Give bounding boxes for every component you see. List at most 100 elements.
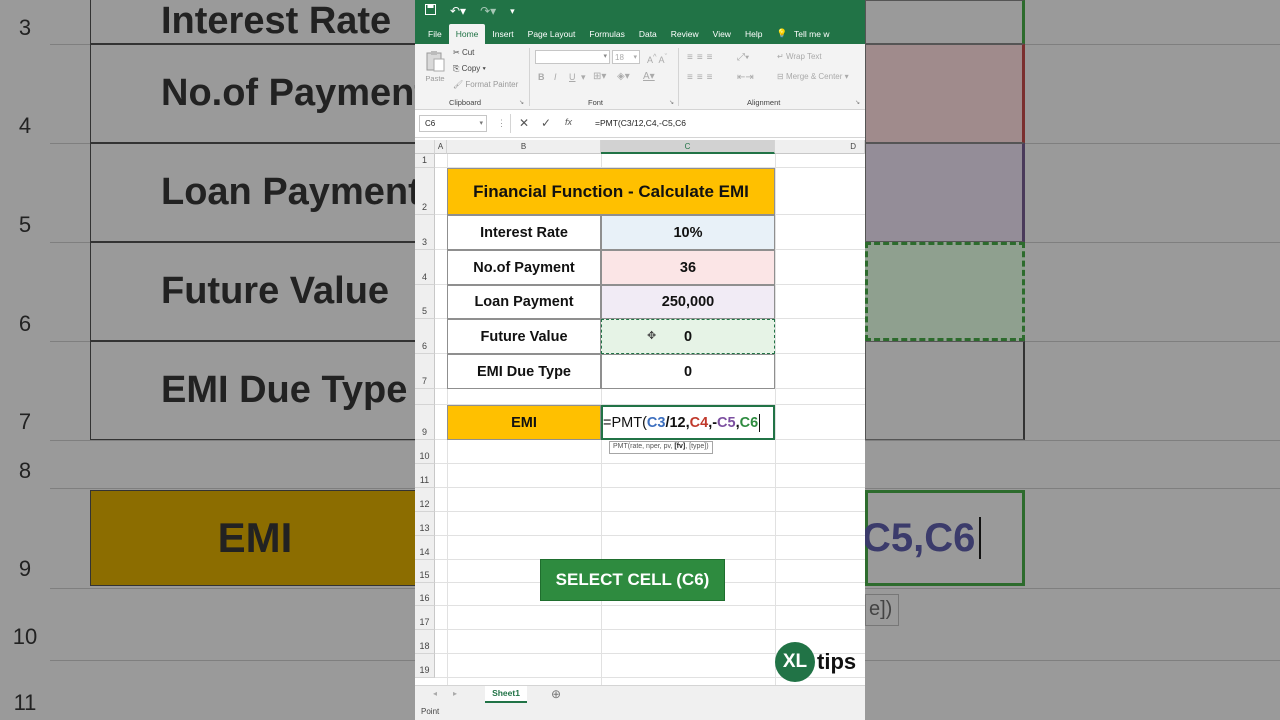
borders-icon[interactable]: ⊞▾ [593,71,606,82]
row-gridline [435,535,865,536]
value-no-of-payment[interactable]: 36 [601,250,775,285]
bg-row-number: 7 [18,409,32,434]
label-loan-payment[interactable]: Loan Payment [447,285,601,319]
worksheet-grid[interactable]: A B C D 1 2 3 4 5 6 7 9 10 11 12 13 14 15 16 17 18 19 Fin… [415,140,865,685]
dialog-launcher-icon[interactable]: ↘ [855,99,860,106]
tab-data[interactable]: Data [632,29,664,44]
formula-token: ,- [708,414,718,431]
row-header[interactable]: 3 [415,215,435,250]
select-all-corner[interactable] [415,140,435,154]
status-bar: Point [415,705,865,720]
lightbulb-icon: 💡 [776,28,788,38]
undo-icon[interactable]: ↶▾ [450,4,466,18]
column-header-a[interactable]: A [435,140,447,154]
bg-label-cell: Future Value [90,242,420,341]
add-sheet-icon[interactable]: ⊕ [551,687,561,701]
emi-label-cell[interactable]: EMI [447,405,601,440]
tab-file[interactable]: File [421,29,449,44]
font-size-select[interactable]: 18 ▾ [612,50,640,64]
row-header[interactable]: 6 [415,319,435,354]
label-no-of-payment[interactable]: No.of Payment [447,250,601,285]
check-icon[interactable]: ✓ [541,116,551,130]
font-color-icon[interactable]: A▾ [643,71,655,82]
row-header[interactable]: 1 [415,154,435,168]
formula-input[interactable]: =PMT(C3/12,C4,-C5,C6 [595,118,686,128]
column-header-b[interactable]: B [447,140,601,154]
customize-qat-icon[interactable]: ▾ [510,6,515,17]
label-interest-rate[interactable]: Interest Rate [447,215,601,250]
tab-home[interactable]: Home [448,24,486,44]
value-future-value[interactable]: 0 [601,319,775,354]
tab-page-layout[interactable]: Page Layout [521,29,583,44]
chevron-right-icon[interactable]: ▸ [453,689,457,698]
orientation-icon[interactable]: ⤢▾ [737,52,749,63]
label-emi-due-type[interactable]: EMI Due Type [447,354,601,389]
tooltip-token[interactable]: [fv] [674,443,685,450]
underline-dropdown-icon[interactable]: ▾ [581,72,586,83]
row-gridline [435,463,865,464]
underline-button[interactable]: U [569,72,576,82]
row-header[interactable]: 15 [415,560,435,583]
paste-button[interactable]: Paste [423,50,447,83]
formula-actions: ✕ ✓ fx [510,114,582,133]
tell-me-search[interactable]: Tell me w [787,29,836,44]
fill-color-icon[interactable]: ◈▾ [617,71,630,82]
row-header[interactable]: 4 [415,250,435,285]
cut-button[interactable]: ✂ Cut [453,48,474,57]
bg-emi-cell: EMI [90,490,420,586]
column-header-c[interactable]: C [601,140,775,154]
title-cell[interactable]: Financial Function - Calculate EMI [447,168,775,215]
row-header[interactable]: 17 [415,606,435,630]
emi-formula-cell[interactable]: =PMT(C3/12, C4 ,- C5, C6 [601,405,775,440]
horizontal-align-icons[interactable]: ≡≡≡ [687,72,717,83]
italic-button[interactable]: I [554,72,557,82]
row-header[interactable]: 14 [415,536,435,560]
merge-center-button[interactable]: ⊟ Merge & Center ▾ [777,72,849,81]
tab-insert[interactable]: Insert [485,29,520,44]
bg-row-number: 4 [18,113,32,138]
top-align-icons[interactable]: ≡≡≡ [687,52,717,63]
bg-tooltip: e]) [865,594,899,626]
row-header[interactable]: 19 [415,654,435,678]
name-box[interactable]: C6 ▾ [419,115,487,132]
chevron-left-icon[interactable]: ◂ [433,689,437,698]
save-icon[interactable] [425,4,436,18]
value-emi-due-type[interactable]: 0 [601,354,775,389]
row-header[interactable]: 7 [415,354,435,389]
formula-token: C5 [717,414,736,431]
row-header[interactable]: 2 [415,168,435,215]
row-header[interactable]: 5 [415,285,435,319]
redo-icon[interactable]: ↷▾ [480,4,496,18]
row-header[interactable]: 10 [415,440,435,464]
column-header-d[interactable]: D [775,140,865,154]
value-interest-rate[interactable]: 10% [601,215,775,250]
bold-button[interactable]: B [538,72,545,82]
value-loan-payment[interactable]: 250,000 [601,285,775,319]
dialog-launcher-icon[interactable]: ↘ [519,99,524,106]
copy-button[interactable]: ⎘ Copy ▾ [453,64,486,74]
indent-icons[interactable]: ⇤⇥ [737,72,754,83]
cancel-icon[interactable]: ✕ [519,116,529,130]
row-header[interactable]: 11 [415,464,435,488]
cut-label: Cut [461,48,475,57]
row-header[interactable]: 12 [415,488,435,512]
row-header[interactable]: 16 [415,583,435,606]
dialog-launcher-icon[interactable]: ↘ [669,99,674,106]
row-header[interactable]: 9 [415,405,435,440]
sheet-tab-sheet1[interactable]: Sheet1 [485,686,527,703]
row-header[interactable]: 18 [415,630,435,654]
logo-mark: XL [775,642,815,682]
row-header[interactable] [415,389,435,405]
row-header[interactable]: 13 [415,512,435,536]
font-grow-icon[interactable]: A^ Aˇ [647,52,667,65]
label-future-value[interactable]: Future Value [447,319,601,354]
tab-help[interactable]: Help [738,29,769,44]
tab-view[interactable]: View [706,29,738,44]
format-painter-button[interactable]: 🖌 Format Painter [453,80,518,89]
tab-formulas[interactable]: Formulas [582,29,631,44]
wrap-text-button[interactable]: ↵ Wrap Text [777,52,822,61]
clipboard-group-label: Clipboard [449,98,482,107]
tab-review[interactable]: Review [664,29,706,44]
insert-function-icon[interactable]: fx [565,117,572,127]
font-name-select[interactable]: ▾ [535,50,610,64]
